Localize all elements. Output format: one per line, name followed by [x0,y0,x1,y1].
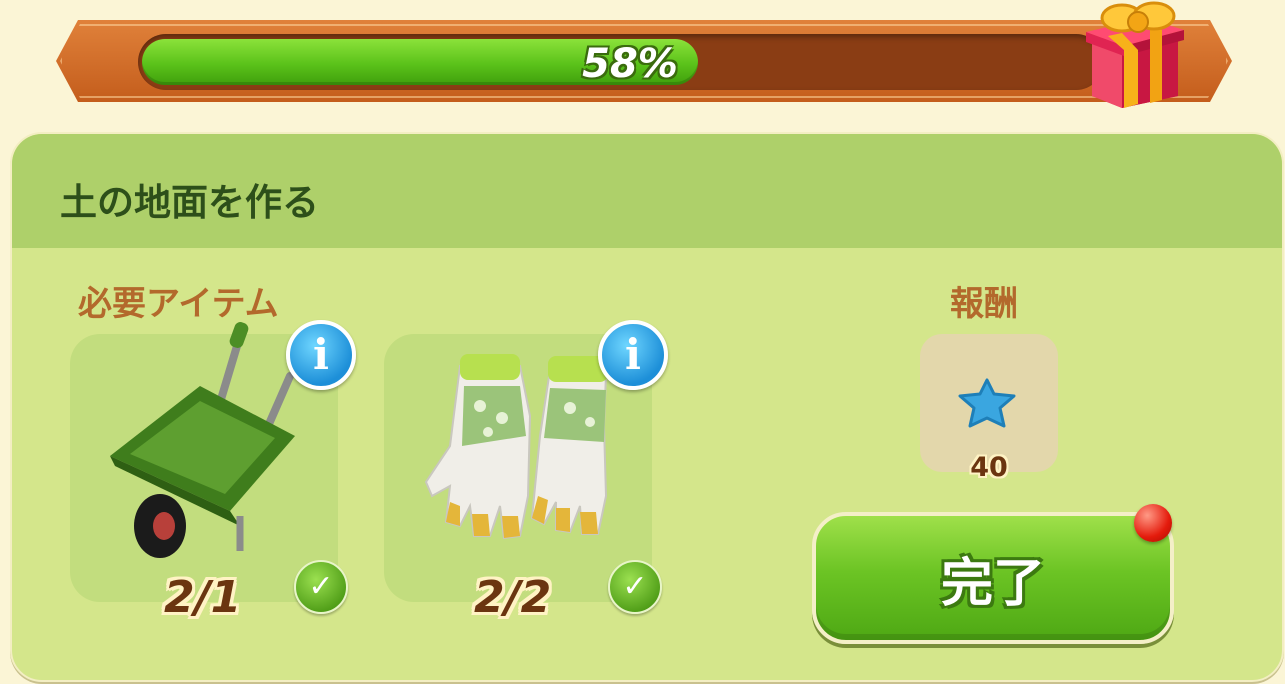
item-info-button[interactable]: i [598,320,668,390]
progress-percent-label: 58% [582,41,678,87]
complete-button[interactable]: 完了 [812,512,1174,644]
item-count: 2/1 [164,572,242,623]
complete-button-label: 完了 [940,553,1045,614]
reward-heading: 報酬 [950,284,1018,324]
blue-star-icon [958,378,1016,428]
check-icon: ✓ [294,560,348,614]
task-title: 土の地面を作る [60,181,319,224]
gift-box-icon[interactable] [1078,0,1190,112]
item-info-button[interactable]: i [286,320,356,390]
item-count: 2/2 [474,572,552,623]
reward-amount: 40 [970,452,1008,483]
check-icon: ✓ [608,560,662,614]
notification-dot [1134,504,1172,542]
gloves-icon [424,354,608,540]
